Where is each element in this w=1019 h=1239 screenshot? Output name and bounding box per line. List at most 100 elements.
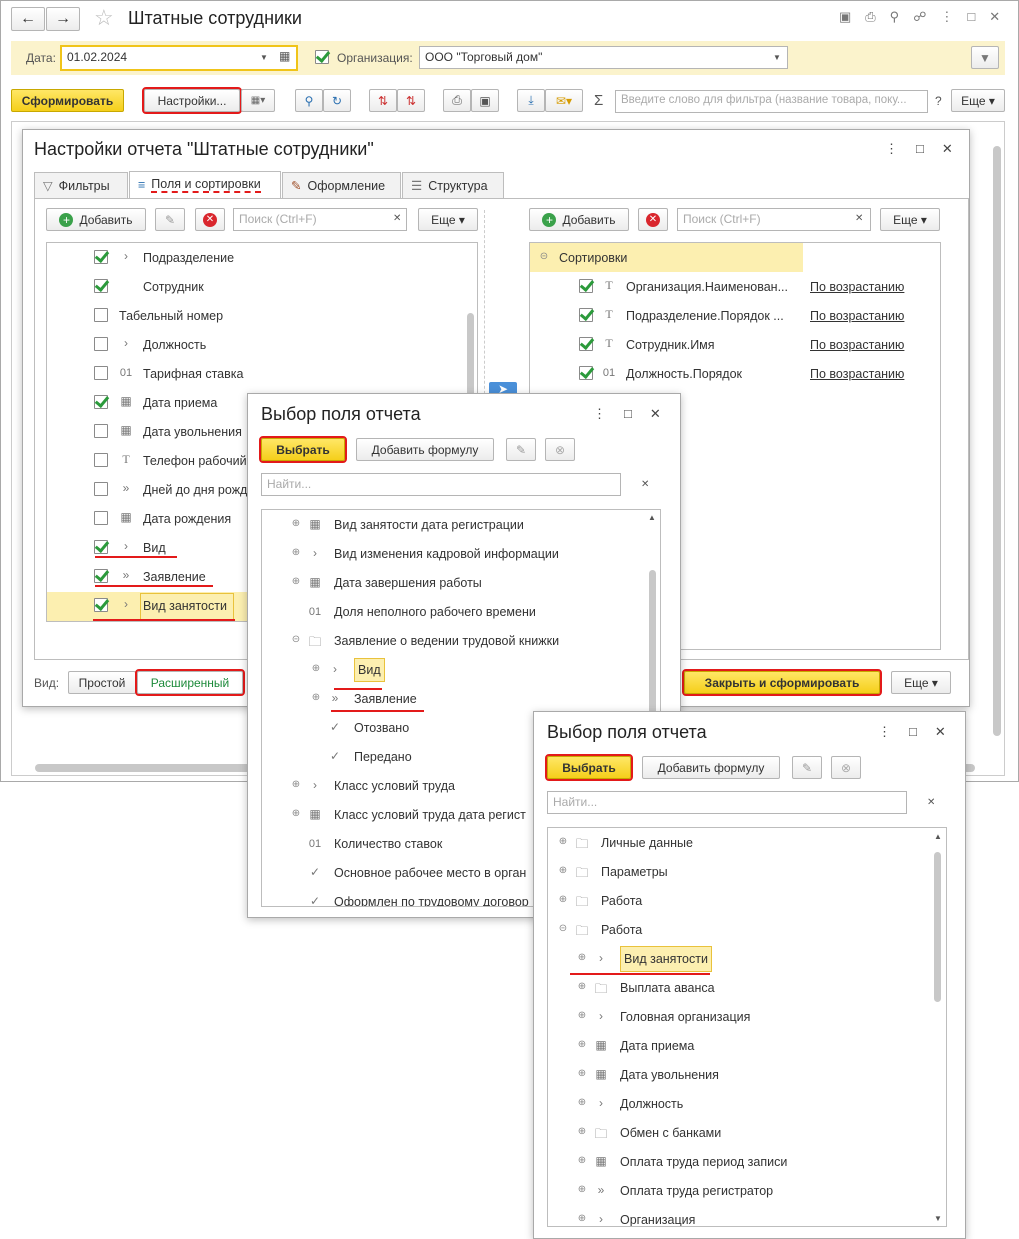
delete-button[interactable]: ✕: [195, 208, 225, 231]
sort-checkbox[interactable]: [579, 366, 593, 380]
delete-button[interactable]: ⊗: [831, 756, 861, 779]
expand-icon[interactable]: ⊕: [558, 895, 568, 905]
print-icon[interactable]: ⎙: [443, 89, 471, 112]
vertical-scrollbar[interactable]: [993, 146, 1001, 736]
field-row[interactable]: Дата рождения: [143, 504, 231, 533]
add-sort-button[interactable]: + Добавить: [529, 208, 629, 231]
sort-order-link[interactable]: По возрастанию: [810, 301, 904, 330]
delete-sort-button[interactable]: ✕: [638, 208, 668, 231]
field-checkbox[interactable]: [94, 598, 108, 612]
sort-field[interactable]: Организация.Наименован...: [626, 272, 788, 301]
scroll-up-icon[interactable]: ▲: [934, 832, 942, 841]
field-checkbox[interactable]: [94, 424, 108, 438]
tree-item[interactable]: Вид: [354, 655, 385, 684]
tree-item[interactable]: Класс условий труда дата регист: [334, 800, 526, 829]
expand-icon[interactable]: ⊕: [577, 1185, 587, 1195]
expand-icon[interactable]: ⊕: [577, 1156, 587, 1166]
delete-button[interactable]: ⊗: [545, 438, 575, 461]
field-row[interactable]: Сотрудник: [143, 272, 204, 301]
sort-field[interactable]: Подразделение.Порядок ...: [626, 301, 784, 330]
field-row[interactable]: Дата приема: [143, 388, 217, 417]
field-row[interactable]: Дата увольнения: [143, 417, 242, 446]
bottom-more-button[interactable]: Еще ▾: [891, 671, 951, 694]
field-checkbox[interactable]: [94, 279, 108, 293]
dialog2-search[interactable]: Найти...: [547, 791, 907, 814]
tab-fields-sorting[interactable]: ≡ Поля и сортировки: [129, 171, 281, 198]
expand-icon[interactable]: ⊕: [291, 548, 301, 558]
filter-input[interactable]: Введите слово для фильтра (название това…: [615, 90, 928, 113]
tree-item[interactable]: Головная организация: [620, 1002, 750, 1031]
tree-scrollbar[interactable]: [934, 852, 941, 1002]
tree-item[interactable]: Класс условий труда: [334, 771, 455, 800]
tree-item[interactable]: Передано: [354, 742, 412, 771]
dialog1-search[interactable]: Найти...: [261, 473, 621, 496]
sort-order-link[interactable]: По возрастанию: [810, 272, 904, 301]
org-field[interactable]: ООО "Торговый дом": [419, 46, 788, 69]
calendar-icon[interactable]: ▦: [279, 49, 290, 63]
field-row[interactable]: Тарифная ставка: [143, 359, 243, 388]
add-formula-button[interactable]: Добавить формулу: [642, 756, 780, 779]
tree-item[interactable]: Количество ставок: [334, 829, 442, 858]
tree-item[interactable]: Вид изменения кадровой информации: [334, 539, 559, 568]
tree-item[interactable]: Обмен с банками: [620, 1118, 721, 1147]
field-checkbox[interactable]: [94, 540, 108, 554]
expand-icon[interactable]: ⊕: [577, 1040, 587, 1050]
edit-button[interactable]: ✎: [792, 756, 822, 779]
field-row[interactable]: Телефон рабочий: [143, 446, 247, 475]
expand-icon[interactable]: ⊕: [291, 577, 301, 587]
forward-button[interactable]: →: [46, 7, 80, 31]
tab-appearance[interactable]: ✎ Оформление: [282, 172, 401, 198]
expand-icon[interactable]: ⊕: [577, 1127, 587, 1137]
field-row[interactable]: Подразделение: [143, 243, 234, 272]
back-button[interactable]: ←: [11, 7, 45, 31]
left-more-button[interactable]: Еще ▾: [418, 208, 478, 231]
field-checkbox[interactable]: [94, 308, 108, 322]
sort-root[interactable]: Сортировки: [559, 243, 627, 272]
collapse-icon[interactable]: ⊝: [291, 635, 301, 645]
sum-icon[interactable]: Σ: [594, 92, 603, 109]
right-search-input[interactable]: Поиск (Ctrl+F): [677, 208, 871, 231]
tree-item[interactable]: Организация: [620, 1205, 695, 1227]
tree-item[interactable]: Работа: [601, 915, 642, 944]
edit-button[interactable]: ✎: [506, 438, 536, 461]
tree-item[interactable]: Личные данные: [601, 828, 693, 857]
right-more-button[interactable]: Еще ▾: [880, 208, 940, 231]
scroll-up-icon[interactable]: ▲: [648, 513, 656, 522]
collapse-icon[interactable]: ⊝: [558, 924, 568, 934]
sort-field[interactable]: Сотрудник.Имя: [626, 330, 715, 359]
add-field-button[interactable]: + Добавить: [46, 208, 146, 231]
collapse-icon[interactable]: ⊝: [539, 252, 549, 262]
field-row[interactable]: Табельный номер: [119, 301, 223, 330]
chevron-down-icon[interactable]: ▼: [773, 53, 781, 62]
expand-icon[interactable]: ⊕: [558, 866, 568, 876]
expand-icon[interactable]: ⊕: [577, 1011, 587, 1021]
sort-checkbox[interactable]: [579, 308, 593, 322]
expand-icon[interactable]: ⊕: [291, 809, 301, 819]
field-checkbox[interactable]: [94, 482, 108, 496]
expand-icon[interactable]: ⊕: [558, 837, 568, 847]
download-icon[interactable]: ⤓: [517, 89, 545, 112]
field-checkbox[interactable]: [94, 453, 108, 467]
variants-button[interactable]: ▦▾: [241, 89, 275, 112]
sort-checkbox[interactable]: [579, 337, 593, 351]
sort-desc-icon[interactable]: ⇅: [397, 89, 425, 112]
refresh-icon[interactable]: ↻: [323, 89, 351, 112]
tree-item[interactable]: Доля неполного рабочего времени: [334, 597, 536, 626]
expand-icon[interactable]: ⊕: [291, 519, 301, 529]
expand-icon[interactable]: ⊕: [311, 664, 321, 674]
sort-order-link[interactable]: По возрастанию: [810, 359, 904, 388]
clear-icon[interactable]: ✕: [393, 213, 401, 224]
org-checkbox[interactable]: [315, 50, 329, 64]
filter-button[interactable]: ▼: [971, 46, 999, 69]
sort-field[interactable]: Должность.Порядок: [626, 359, 742, 388]
tree-item[interactable]: Вид занятости: [620, 944, 712, 973]
field-row[interactable]: Должность: [143, 330, 206, 359]
tree-item[interactable]: Параметры: [601, 857, 668, 886]
field-checkbox[interactable]: [94, 569, 108, 583]
expand-icon[interactable]: ⊕: [291, 780, 301, 790]
tree-item[interactable]: Оформлен по трудовому договор: [334, 887, 529, 907]
sort-checkbox[interactable]: [579, 279, 593, 293]
more-button[interactable]: Еще ▾: [951, 89, 1005, 112]
expand-icon[interactable]: ⊕: [577, 953, 587, 963]
tree-item[interactable]: Оплата труда период записи: [620, 1147, 787, 1176]
